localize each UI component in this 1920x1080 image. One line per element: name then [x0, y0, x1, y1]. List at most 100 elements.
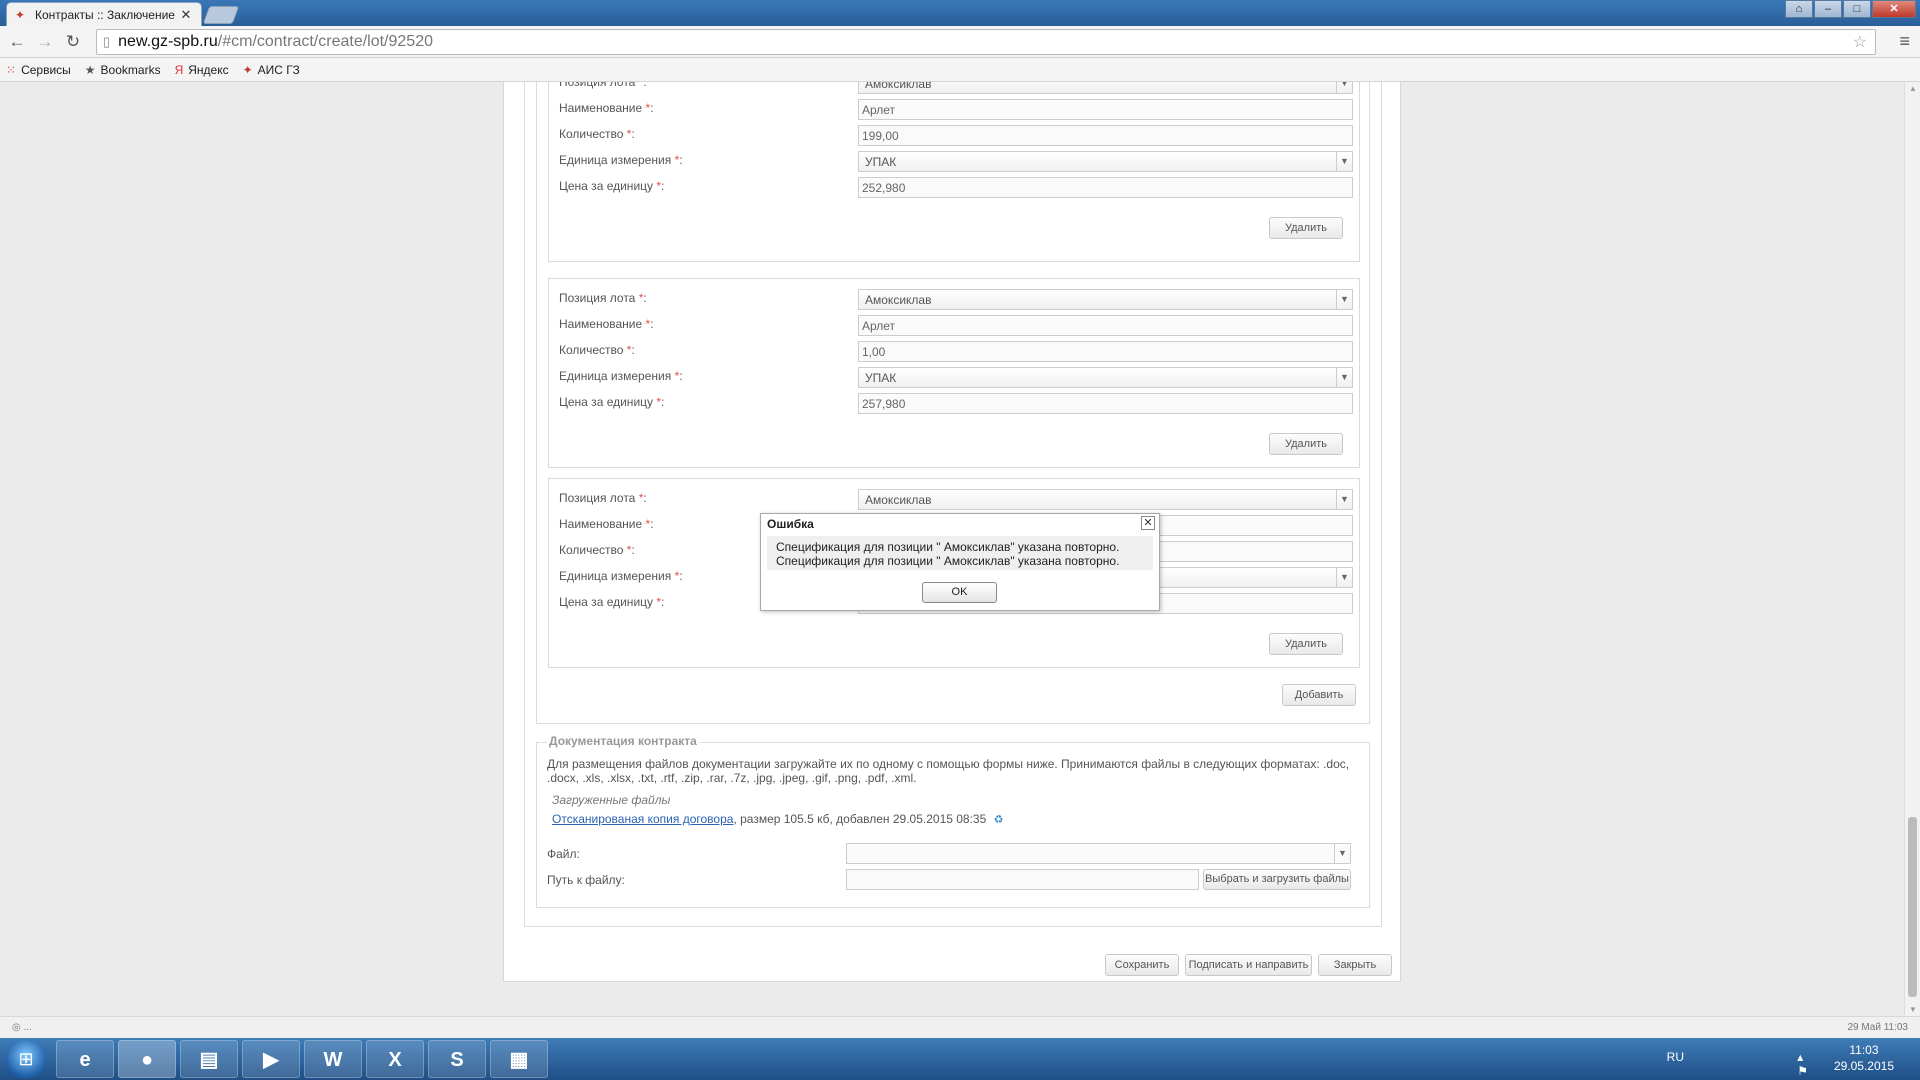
bookmark-ais[interactable]: ✦ АИС ГЗ: [243, 63, 300, 77]
file-path-input[interactable]: [846, 869, 1199, 890]
scroll-up-icon[interactable]: ▲: [1905, 84, 1920, 93]
tab-close-icon[interactable]: ✕: [179, 7, 193, 23]
maximize-icon[interactable]: □: [1843, 0, 1871, 18]
bookmark-label: Сервисы: [21, 62, 71, 77]
excel-icon[interactable]: X: [366, 1040, 424, 1078]
star-icon: ★: [84, 62, 96, 77]
dialog-header: Ошибка ✕: [761, 514, 1159, 534]
dialog-message: Спецификация для позиции " Амоксиклав" у…: [767, 536, 1153, 570]
chevron-down-icon: ▼: [1336, 568, 1352, 587]
sign-and-send-button[interactable]: Подписать и направить: [1185, 954, 1312, 976]
field-name: Наименование *: Арлет: [559, 315, 1354, 337]
close-button[interactable]: Закрыть: [1318, 954, 1392, 976]
chevron-down-icon: ▼: [1334, 844, 1350, 863]
price-input[interactable]: 252,980: [858, 177, 1353, 198]
winrar-icon[interactable]: ▦: [490, 1040, 548, 1078]
ok-button[interactable]: OK: [922, 582, 997, 603]
bookmark-label: Яндекс: [188, 62, 229, 77]
save-button[interactable]: Сохранить: [1105, 954, 1179, 976]
page-scrollbar[interactable]: ▲ ▼: [1904, 82, 1920, 1016]
uploaded-files-label: Загруженные файлы: [552, 793, 671, 807]
label-position: Позиция лота: [559, 491, 636, 505]
media-player-icon[interactable]: ▶: [242, 1040, 300, 1078]
price-input[interactable]: 257,980: [858, 393, 1353, 414]
user-icon[interactable]: ⌂: [1785, 0, 1813, 18]
delete-button[interactable]: Удалить: [1269, 217, 1343, 239]
field-quantity: Количество *: 199,00: [559, 125, 1354, 147]
label-quantity: Количество: [559, 543, 624, 557]
dialog-message-line: Спецификация для позиции " Амоксиклав" у…: [776, 554, 1120, 568]
label-name: Наименование: [559, 101, 643, 115]
documents-description: Для размещения файлов документации загру…: [547, 757, 1350, 785]
status-left: ◎ ...: [12, 1022, 32, 1033]
scroll-down-icon[interactable]: ▼: [1905, 1005, 1920, 1014]
position-select[interactable]: Амоксиклав ▼: [858, 489, 1353, 510]
site-favicon-icon: ✦: [15, 7, 26, 22]
url-path: /#cm/contract/create/lot/92520: [217, 33, 433, 50]
chevron-down-icon: ▼: [1336, 82, 1352, 93]
new-tab-button[interactable]: [202, 6, 240, 24]
quantity-input[interactable]: 1,00: [858, 341, 1353, 362]
back-arrow-icon[interactable]: ←: [6, 32, 28, 52]
name-input[interactable]: Арлет: [858, 315, 1353, 336]
window-controls: ⌂ – □ ✕: [1784, 0, 1916, 18]
upload-files-button[interactable]: Выбрать и загрузить файлы: [1203, 869, 1351, 890]
explorer-icon[interactable]: ▤: [180, 1040, 238, 1078]
position-select[interactable]: Амоксиклав ▼: [858, 289, 1353, 310]
chevron-down-icon: ▼: [1336, 490, 1352, 509]
reload-icon[interactable]: ↻: [62, 32, 84, 52]
delete-button[interactable]: Удалить: [1269, 633, 1343, 655]
position-card-1: Позиция лота *: Амоксиклав ▼ Наименование…: [548, 82, 1360, 262]
language-indicator[interactable]: RU: [1667, 1050, 1684, 1064]
quantity-input[interactable]: 199,00: [858, 125, 1353, 146]
file-select[interactable]: ▼: [846, 843, 1351, 864]
field-unit: Единица измерения *: УПАК ▼: [559, 367, 1354, 389]
field-quantity: Количество *: 1,00: [559, 341, 1354, 363]
tray-icons[interactable]: ▴ ⚑ ▮ ◢ ♪: [1797, 1050, 1814, 1080]
clock-time: 11:03: [1849, 1043, 1879, 1057]
chevron-down-icon: ▼: [1336, 152, 1352, 171]
delete-button[interactable]: Удалить: [1269, 433, 1343, 455]
contract-documents: Документация контракта Для размещения фа…: [536, 734, 1370, 908]
clock[interactable]: 11:03 29.05.2015: [1834, 1042, 1894, 1074]
label-price: Цена за единицу: [559, 179, 654, 193]
window-close-icon[interactable]: ✕: [1872, 0, 1916, 18]
dialog-close-icon[interactable]: ✕: [1141, 516, 1155, 530]
bookmark-bookmarks[interactable]: ★ Bookmarks: [85, 63, 161, 77]
field-position: Позиция лота *: Амоксиклав ▼: [559, 489, 1354, 511]
address-bar[interactable]: ▯ new.gz-spb.ru /#cm/contract/create/lot…: [96, 29, 1876, 55]
field-position: Позиция лота *: Амоксиклав ▼: [559, 289, 1354, 311]
bookmark-star-icon[interactable]: ☆: [1853, 32, 1867, 52]
position-card-2: Позиция лота *: Амоксиклав ▼ Наименование…: [548, 278, 1360, 468]
uploaded-file-link[interactable]: Отсканированая копия договора: [552, 812, 733, 826]
url-host: new.gz-spb.ru: [118, 33, 218, 50]
field-unit: Единица измерения *: УПАК ▼: [559, 151, 1354, 173]
minimize-icon[interactable]: –: [1814, 0, 1842, 18]
bookmark-label: Bookmarks: [100, 62, 161, 77]
name-input[interactable]: Арлет: [858, 99, 1353, 120]
unit-select[interactable]: УПАК ▼: [858, 367, 1353, 388]
field-price: Цена за единицу *: 252,980: [559, 177, 1354, 199]
word-icon[interactable]: W: [304, 1040, 362, 1078]
error-dialog: Ошибка ✕ Спецификация для позиции " Амок…: [760, 513, 1160, 611]
chrome-icon[interactable]: ●: [118, 1040, 176, 1078]
unit-select[interactable]: УПАК ▼: [858, 151, 1353, 172]
skype-icon[interactable]: S: [428, 1040, 486, 1078]
add-position-button[interactable]: Добавить: [1282, 684, 1356, 706]
scrollbar-thumb[interactable]: [1908, 817, 1917, 997]
browser-tab[interactable]: ✦ Контракты :: Заключение ✕: [6, 2, 202, 26]
start-button-icon[interactable]: ⊞: [6, 1040, 46, 1078]
forward-arrow-icon[interactable]: →: [34, 32, 56, 52]
contract-form-panel: Позиция лота *: Амоксиклав ▼ Наименование…: [524, 82, 1382, 927]
bookmark-services[interactable]: ⁙ Сервисы: [6, 63, 71, 77]
bookmark-yandex[interactable]: Я Яндекс: [175, 63, 229, 77]
status-bar: ◎ ... 29 Май 11:03: [0, 1016, 1920, 1038]
position-select[interactable]: Амоксиклав ▼: [858, 82, 1353, 94]
documents-legend: Документация контракта: [547, 734, 699, 748]
browser-toolbar: ← → ↻ ▯ new.gz-spb.ru /#cm/contract/crea…: [0, 26, 1920, 58]
label-position: Позиция лота: [559, 82, 636, 89]
menu-icon[interactable]: ≡: [1899, 31, 1910, 52]
ie-icon[interactable]: e: [56, 1040, 114, 1078]
delete-file-icon[interactable]: ♻: [994, 814, 1004, 826]
uploaded-file-info: , размер 105.5 кб, добавлен 29.05.2015 0…: [733, 812, 987, 826]
